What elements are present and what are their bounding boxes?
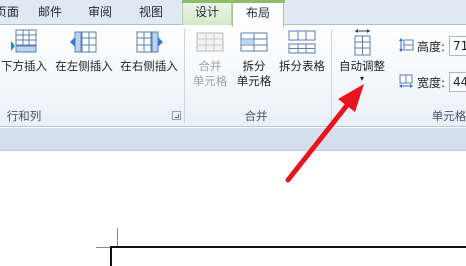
insert-below-label: 下方插入 — [1, 59, 47, 73]
merge-cells-label-1: 合并 — [198, 59, 222, 73]
tab-layout[interactable]: 布局 — [232, 0, 284, 27]
table-left-border — [110, 246, 112, 266]
width-row: 宽度: — [398, 71, 466, 93]
tab-review[interactable]: 审阅 — [78, 0, 122, 25]
autofit-icon — [346, 27, 378, 59]
rows-columns-dialog-launcher-icon[interactable] — [172, 111, 181, 120]
tab-view[interactable]: 视图 — [128, 0, 174, 25]
insert-right-icon — [133, 27, 165, 59]
insert-right-label: 在右侧插入 — [120, 59, 178, 73]
autofit-button[interactable]: 自动调整 ▾ — [335, 27, 389, 84]
tab-page[interactable]: 页面 — [0, 0, 20, 25]
insert-left-icon — [68, 27, 100, 59]
split-cells-label-1: 拆分 — [242, 59, 266, 73]
document-page[interactable] — [0, 151, 466, 266]
insert-right-button[interactable]: 在右侧插入 — [116, 27, 182, 74]
split-cells-icon — [238, 27, 270, 59]
group-label-cell-size: 单元格 — [431, 109, 466, 123]
ribbon-panel: 下方插入 在左侧插入 在右侧插入 行和列 合并 单元格 拆分 单元格 拆分表格 … — [0, 25, 466, 127]
group-separator — [184, 29, 185, 123]
split-table-button[interactable]: 拆分表格 — [276, 27, 328, 74]
context-tab-strip — [182, 0, 285, 3]
insert-below-icon — [8, 27, 40, 59]
autofit-label: 自动调整 — [339, 59, 385, 73]
split-table-icon — [286, 27, 318, 59]
height-row: 高度: — [398, 35, 466, 57]
split-cells-button[interactable]: 拆分 单元格 — [232, 27, 276, 89]
chevron-down-icon: ▾ — [359, 74, 364, 83]
row-height-icon — [398, 37, 414, 56]
insert-left-button[interactable]: 在左侧插入 — [52, 27, 116, 74]
split-cells-label-2: 单元格 — [236, 74, 272, 88]
ribbon-tab-bar: 页面 邮件 审阅 视图 设计 布局 — [0, 0, 466, 27]
column-width-icon — [398, 73, 414, 92]
table-top-border — [110, 246, 466, 248]
width-label: 宽度: — [417, 75, 446, 90]
insert-left-label: 在左侧插入 — [55, 59, 113, 73]
height-input[interactable] — [449, 36, 466, 56]
tab-mailings[interactable]: 邮件 — [28, 0, 72, 25]
height-label: 高度: — [417, 39, 446, 54]
split-table-label: 拆分表格 — [279, 59, 325, 73]
page-corner-mark — [117, 228, 118, 248]
group-label-merge: 合并 — [244, 109, 268, 123]
group-label-rows-columns: 行和列 — [6, 109, 42, 123]
group-separator — [331, 29, 332, 123]
merge-cells-icon — [194, 27, 226, 59]
document-top-band — [0, 128, 466, 151]
merge-cells-label-2: 单元格 — [192, 74, 228, 88]
insert-below-button[interactable]: 下方插入 — [0, 27, 50, 74]
merge-cells-button[interactable]: 合并 单元格 — [188, 27, 232, 89]
tab-design[interactable]: 设计 — [182, 0, 232, 25]
width-input[interactable] — [449, 72, 466, 92]
